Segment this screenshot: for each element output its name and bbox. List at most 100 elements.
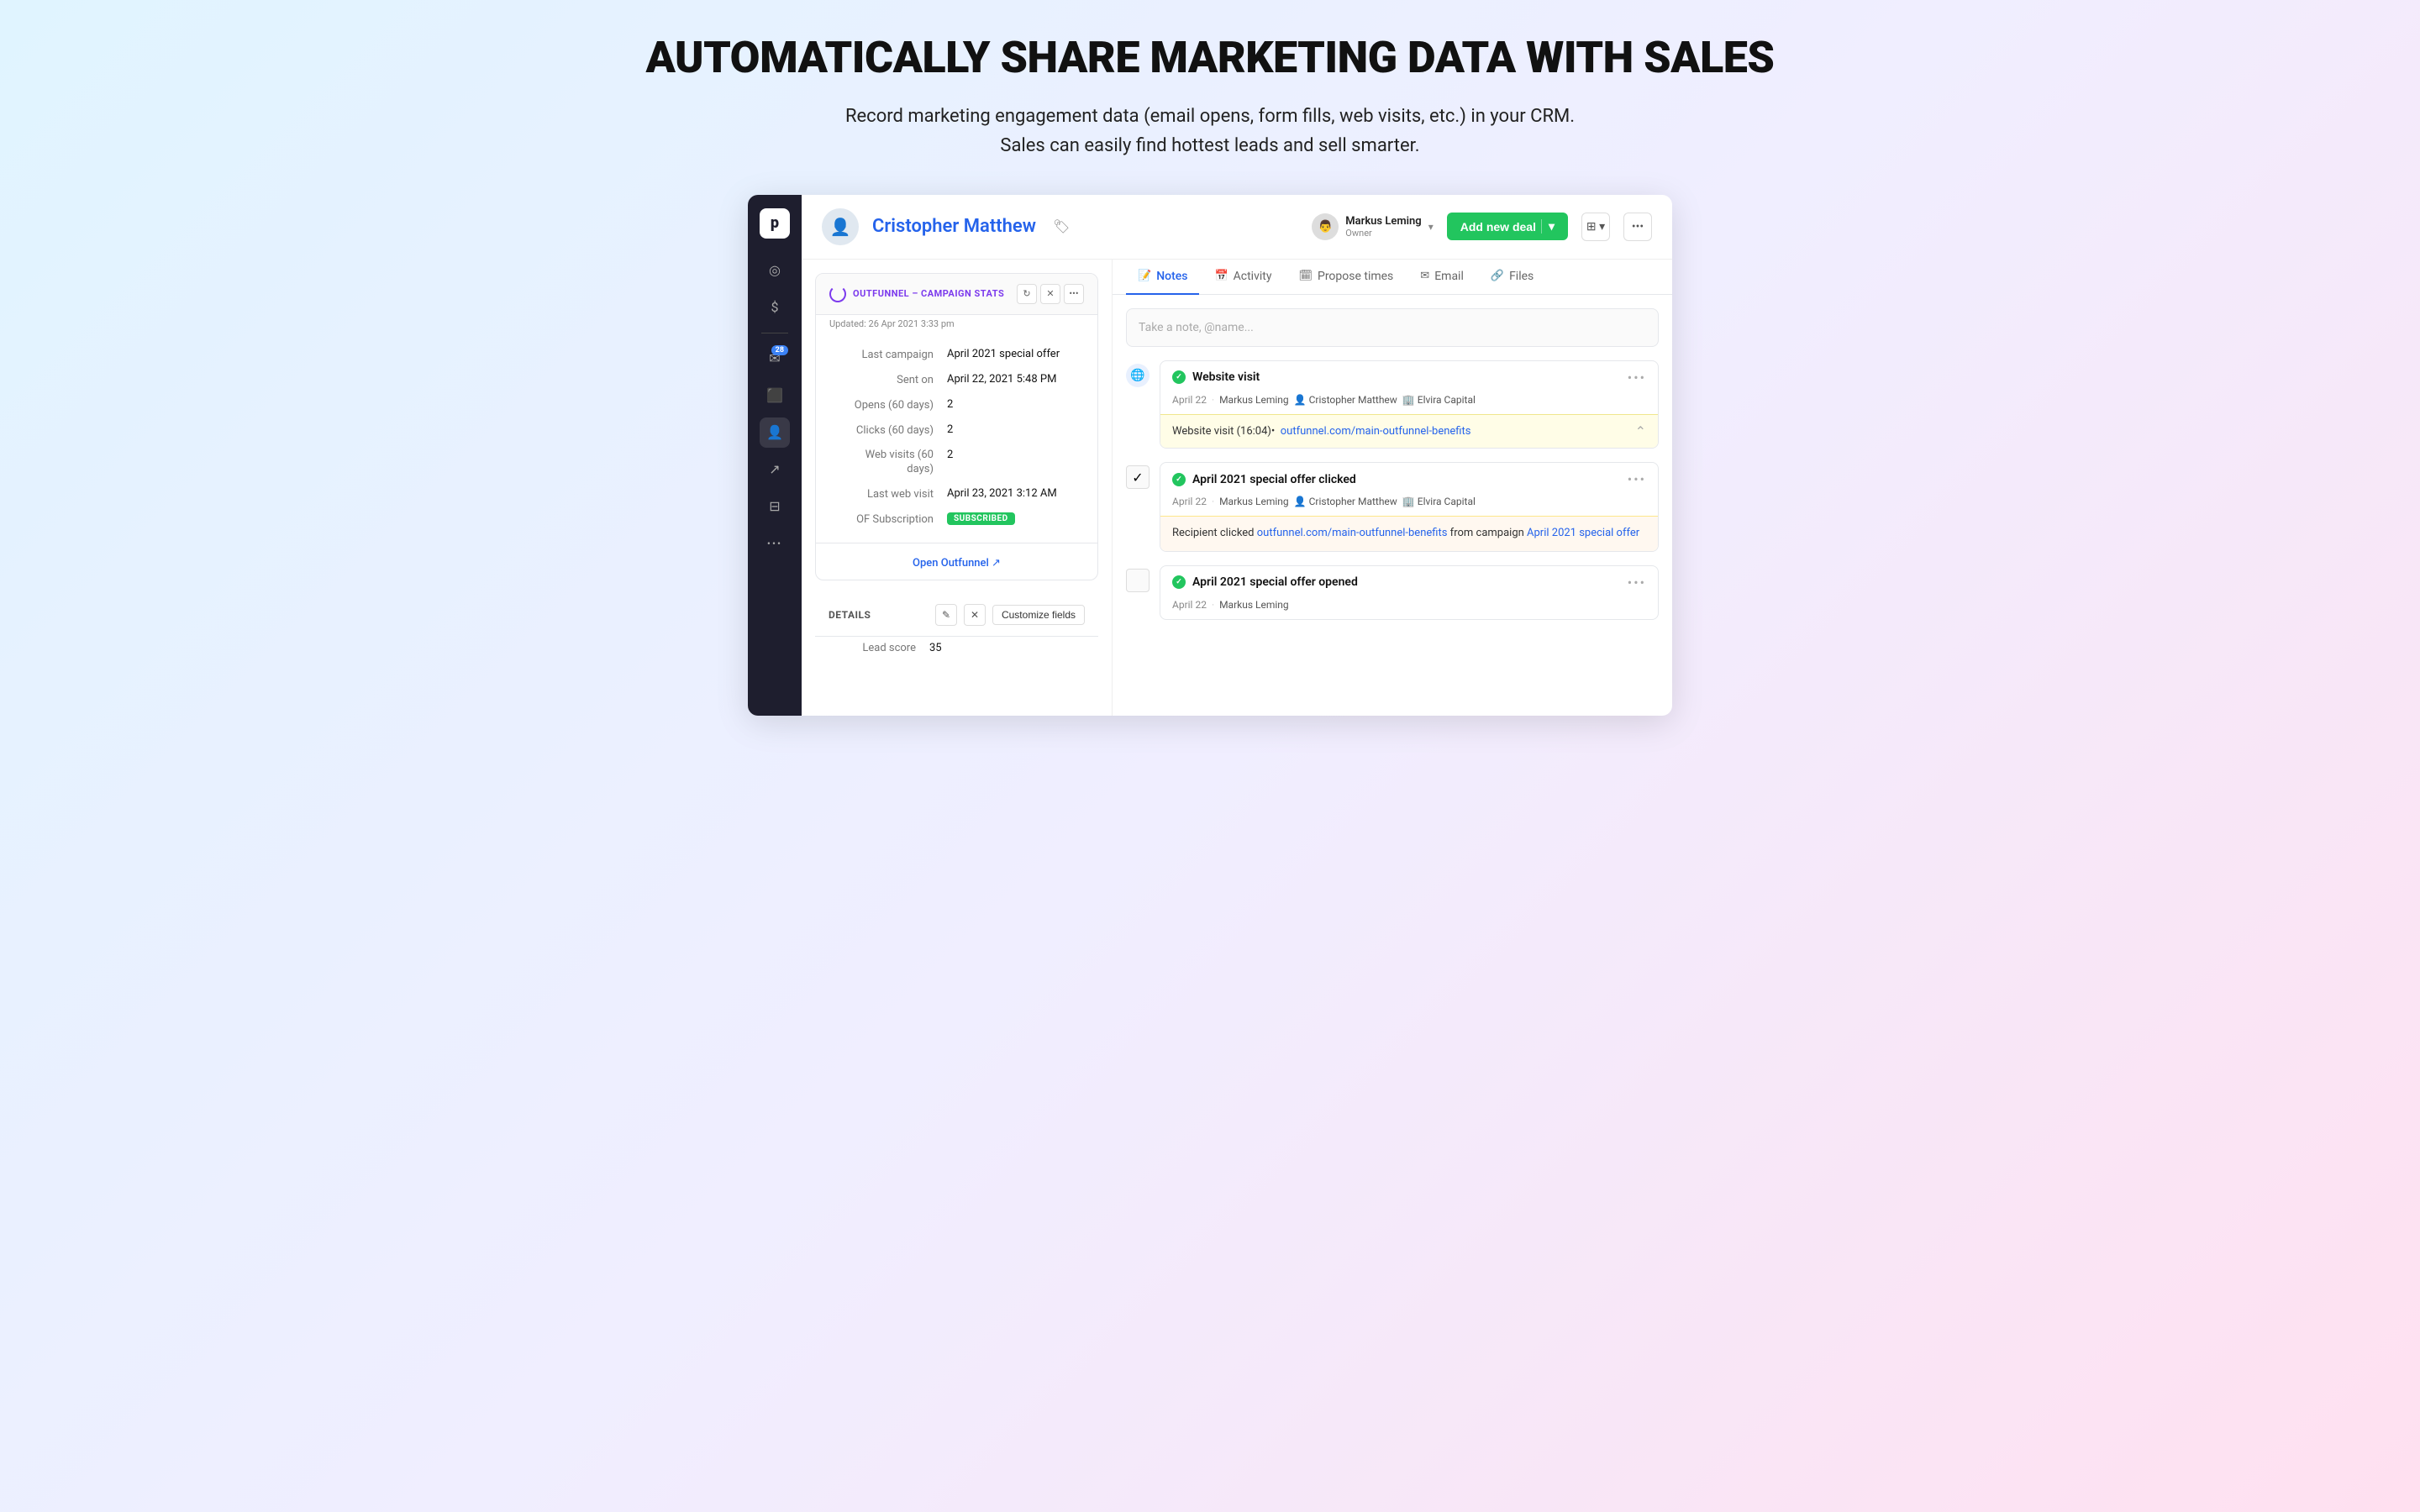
widget-updated: Updated: 26 Apr 2021 3:33 pm xyxy=(816,315,1097,333)
activity-company: 🏢 Elvira Capital xyxy=(1402,394,1476,406)
add-deal-label: Add new deal xyxy=(1460,220,1536,234)
stat-label-opens: Opens (60 days) xyxy=(829,398,947,413)
add-deal-button[interactable]: Add new deal ▾ xyxy=(1447,213,1568,240)
stat-value-last-campaign: April 2021 special offer xyxy=(947,348,1060,360)
detail-text-website-visit: Website visit (16:04)• outfunnel.com/mai… xyxy=(1172,423,1635,440)
activity-person: Markus Leming xyxy=(1219,394,1289,406)
tab-activity[interactable]: 📅 Activity xyxy=(1202,260,1283,295)
note-input[interactable]: Take a note, @name... xyxy=(1126,308,1659,347)
stat-label-subscription: OF Subscription xyxy=(829,512,947,528)
activity-title-email-opened: April 2021 special offer opened xyxy=(1192,575,1621,589)
tab-files[interactable]: 🔗 Files xyxy=(1479,260,1545,295)
stat-clicks: Clicks (60 days) 2 xyxy=(816,418,1097,444)
activity-item-email-opened: April 2021 special offer opened ••• Apri… xyxy=(1126,565,1659,620)
activity-date-opened: April 22 xyxy=(1172,599,1207,611)
details-header: DETAILS ✎ ✕ Customize fields xyxy=(815,594,1098,637)
stat-value-opens: 2 xyxy=(947,398,953,411)
detail-lead-score: Lead score 35 xyxy=(815,637,1098,659)
refresh-button[interactable]: ↻ xyxy=(1017,284,1037,304)
owner-info: Markus Leming Owner xyxy=(1345,215,1421,239)
widget-more-button[interactable]: ••• xyxy=(1064,284,1084,304)
sidebar-item-calendar[interactable]: ⬛ xyxy=(760,381,790,411)
activity-tab-label: Activity xyxy=(1234,270,1272,283)
notes-tab-icon: 📝 xyxy=(1138,270,1151,282)
tab-notes[interactable]: 📝 Notes xyxy=(1126,260,1199,295)
notes-tab-label: Notes xyxy=(1156,270,1187,283)
edit-details-button[interactable]: ✎ xyxy=(935,604,957,626)
widget-actions: ↻ ✕ ••• xyxy=(1017,284,1084,304)
propose-times-tab-icon: 🗓 xyxy=(1298,270,1313,282)
widget-header: OUTFUNNEL – CAMPAIGN STATS ↻ ✕ ••• xyxy=(816,274,1097,315)
email-tab-label: Email xyxy=(1434,270,1464,283)
note-placeholder: Take a note, @name... xyxy=(1139,321,1254,334)
stat-web-visits: Web visits (60days) 2 xyxy=(816,444,1097,482)
stat-last-web-visit: Last web visit April 23, 2021 3:12 AM xyxy=(816,482,1097,507)
close-button[interactable]: ✕ xyxy=(1040,284,1060,304)
activity-left-check: ✓ xyxy=(1126,462,1150,552)
open-outfunnel-link[interactable]: Open Outfunnel ↗ xyxy=(913,557,1001,570)
sidebar-item-contacts[interactable]: 👤 xyxy=(760,417,790,448)
owner-chevron-icon[interactable]: ▾ xyxy=(1428,221,1434,233)
sidebar-item-mail[interactable]: ✉ 28 xyxy=(760,344,790,374)
tab-email[interactable]: ✉ Email xyxy=(1408,260,1476,295)
add-deal-chevron[interactable]: ▾ xyxy=(1541,219,1555,234)
stat-subscription: OF Subscription SUBSCRIBED xyxy=(816,507,1097,533)
tab-propose-times[interactable]: 🗓 Propose times xyxy=(1286,260,1405,295)
activity-company-clicked: 🏢 Elvira Capital xyxy=(1402,496,1476,507)
close-details-button[interactable]: ✕ xyxy=(964,604,986,626)
activity-date: April 22 xyxy=(1172,394,1207,406)
subscription-badge: SUBSCRIBED xyxy=(947,512,1015,525)
activity-person-opened: Markus Leming xyxy=(1219,599,1289,611)
stat-label-last-campaign: Last campaign xyxy=(829,348,947,363)
activity-more-clicked-icon[interactable]: ••• xyxy=(1628,471,1646,487)
sidebar-logo: p xyxy=(760,208,790,239)
status-dot-clicked-icon xyxy=(1172,473,1186,486)
activity-meta-clicked: April 22 · Markus Leming 👤 Cristopher Ma… xyxy=(1160,496,1658,516)
check-box2-icon[interactable] xyxy=(1126,569,1150,592)
view-toggle-button[interactable]: ⊞ ▾ xyxy=(1581,213,1610,241)
detail-link-clicked[interactable]: outfunnel.com/main-outfunnel-benefits xyxy=(1257,527,1448,539)
detail-value-lead-score: 35 xyxy=(929,642,942,654)
contact-avatar: 👤 xyxy=(822,208,859,245)
sidebar-item-dollar[interactable]: $ xyxy=(760,292,790,323)
activity-more-icon[interactable]: ••• xyxy=(1628,370,1646,386)
activity-title-website-visit: Website visit xyxy=(1192,370,1621,384)
stat-label-sent-on: Sent on xyxy=(829,373,947,388)
activity-date-clicked: April 22 xyxy=(1172,496,1207,507)
activity-title-email-clicked: April 2021 special offer clicked xyxy=(1192,473,1621,486)
owner-name: Markus Leming xyxy=(1345,215,1421,228)
activity-more-opened-icon[interactable]: ••• xyxy=(1628,575,1646,591)
campaign-stats-widget: OUTFUNNEL – CAMPAIGN STATS ↻ ✕ ••• Updat… xyxy=(815,273,1098,581)
activity-card-website-visit: Website visit ••• April 22 · Markus Lemi… xyxy=(1160,360,1659,449)
customize-fields-button[interactable]: Customize fields xyxy=(992,605,1085,625)
details-title: DETAILS xyxy=(829,609,929,621)
stat-sent-on: Sent on April 22, 2021 5:48 PM xyxy=(816,368,1097,393)
sidebar-item-more[interactable]: ••• xyxy=(760,528,790,559)
activity-person-clicked: Markus Leming xyxy=(1219,496,1289,507)
campaign-link-clicked[interactable]: April 2021 special offer xyxy=(1527,527,1639,539)
activity-left-globe: 🌐 xyxy=(1126,360,1150,449)
sidebar: p ◎ $ ✉ 28 ⬛ 👤 ↗ ⊟ ••• xyxy=(748,195,802,716)
more-options-button[interactable]: ••• xyxy=(1623,213,1652,241)
activity-meta-website-visit: April 22 · Markus Leming 👤 Cristopher Ma… xyxy=(1160,394,1658,414)
main-content: 👤 Cristopher Matthew 🏷 👨 Markus Leming O… xyxy=(802,195,1672,716)
sidebar-item-target[interactable]: ◎ xyxy=(760,255,790,286)
activity-card-header: Website visit ••• xyxy=(1160,361,1658,394)
activity-card-email-opened: April 2021 special offer opened ••• Apri… xyxy=(1160,565,1659,620)
expand-icon[interactable]: ⌃ xyxy=(1635,423,1646,439)
activity-left-check2 xyxy=(1126,565,1150,620)
owner-role: Owner xyxy=(1345,228,1421,239)
right-panel: 📝 Notes 📅 Activity 🗓 Propose times ✉ Ema… xyxy=(1113,260,1672,716)
sidebar-item-plugin[interactable]: ⊟ xyxy=(760,491,790,522)
check-box-icon[interactable]: ✓ xyxy=(1126,465,1150,489)
files-tab-label: Files xyxy=(1509,270,1534,283)
email-tab-icon: ✉ xyxy=(1420,270,1429,282)
stat-opens: Opens (60 days) 2 xyxy=(816,393,1097,418)
status-dot-icon xyxy=(1172,370,1186,384)
widget-footer: Open Outfunnel ↗ xyxy=(816,543,1097,580)
mail-badge: 28 xyxy=(771,345,788,355)
detail-link-website-visit[interactable]: outfunnel.com/main-outfunnel-benefits xyxy=(1281,425,1471,438)
sidebar-item-chart[interactable]: ↗ xyxy=(760,454,790,485)
stat-value-last-web-visit: April 23, 2021 3:12 AM xyxy=(947,487,1057,500)
tag-icon: 🏷 xyxy=(1053,218,1070,234)
